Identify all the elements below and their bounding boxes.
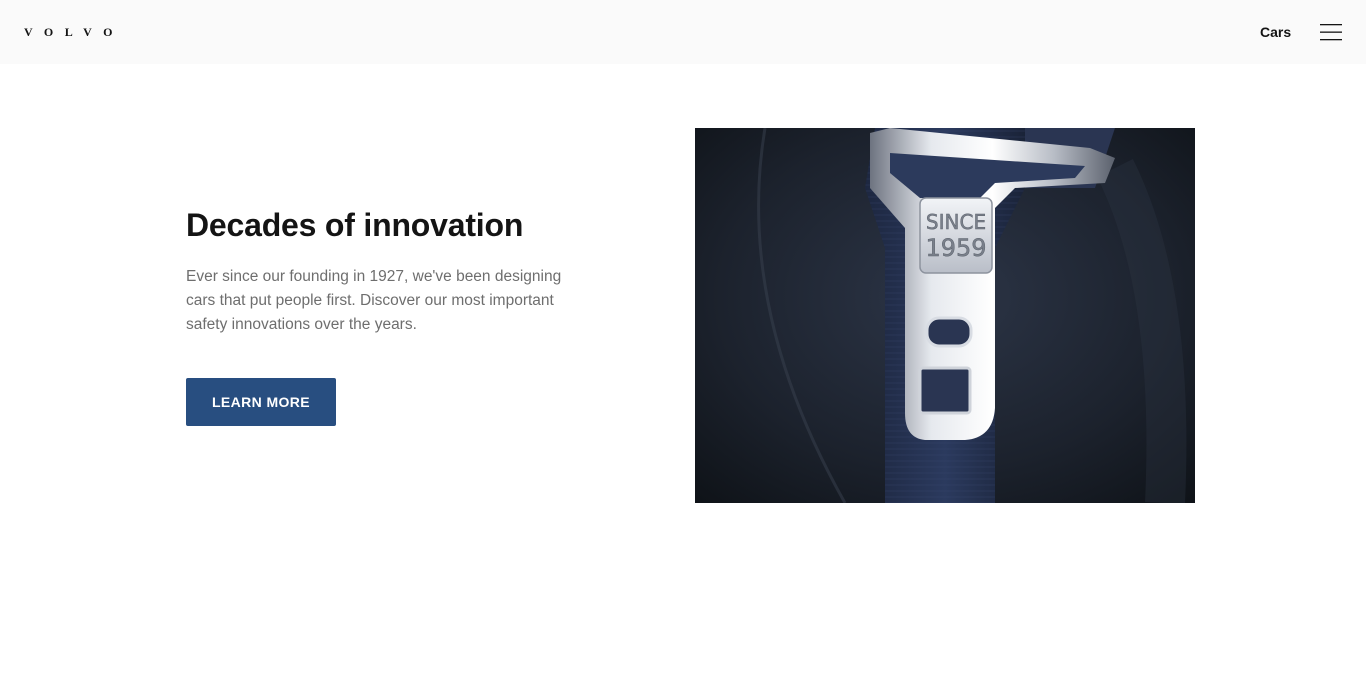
- engraving-year: 1959: [925, 234, 986, 262]
- engraving-since: SINCE: [926, 210, 986, 234]
- hero-description: Ever since our founding in 1927, we've b…: [186, 268, 562, 333]
- hero-title: Decades of innovation: [186, 207, 524, 243]
- volvo-logo[interactable]: VOLVO: [24, 24, 124, 40]
- seatbelt-buckle-image: SINCE 1959: [695, 128, 1195, 503]
- hamburger-menu-icon[interactable]: [1318, 20, 1342, 44]
- site-header: VOLVO Cars: [0, 0, 1366, 64]
- hero-text: Decades of innovation Ever since our fou…: [186, 205, 566, 337]
- learn-more-button[interactable]: LEARN MORE: [186, 378, 336, 426]
- nav-cars-link[interactable]: Cars: [1252, 22, 1299, 42]
